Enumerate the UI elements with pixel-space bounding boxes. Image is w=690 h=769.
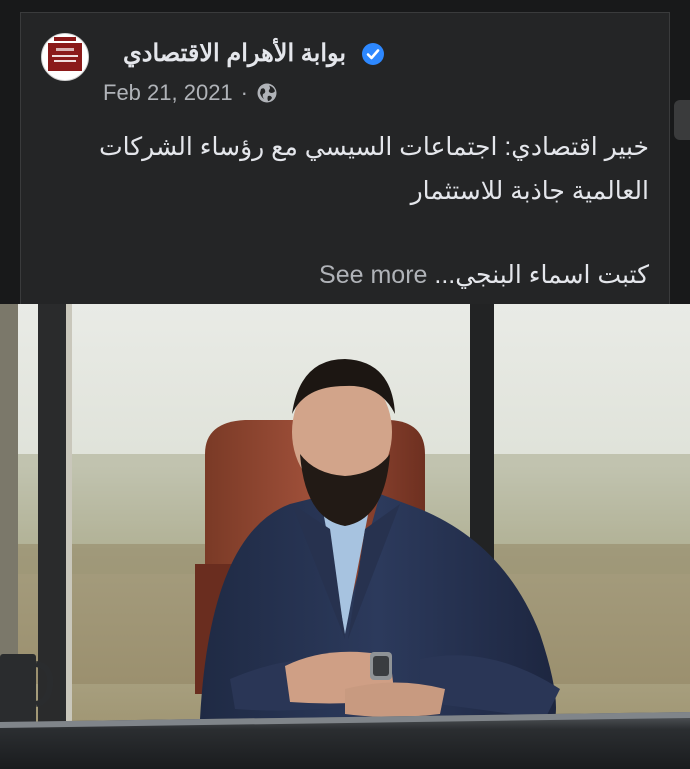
avatar-logo-mark [56, 48, 74, 51]
avatar-logo-line [52, 55, 78, 57]
avatar-logo-line [54, 60, 76, 62]
post-photo[interactable] [0, 304, 690, 769]
page-avatar[interactable] [41, 33, 89, 81]
verified-badge-icon [362, 43, 384, 65]
page-name[interactable]: بوابة الأهرام الاقتصادي [123, 39, 383, 68]
globe-icon[interactable] [256, 82, 278, 104]
post-text: خبير اقتصادي: اجتماعات السيسي مع رؤساء ا… [99, 133, 649, 205]
post-byline-row: كتبت اسماء البنجي... See more [49, 253, 649, 297]
post-photo-image [0, 304, 690, 769]
avatar-logo-top [54, 37, 76, 41]
post-card: بوابة الأهرام الاقتصادي Feb 21, 2021 · خ… [20, 12, 670, 304]
meta-separator: · [240, 80, 248, 105]
avatar-logo [48, 43, 82, 71]
side-scroll-handle[interactable] [674, 100, 690, 140]
post-meta: Feb 21, 2021 · [103, 79, 278, 107]
post-date[interactable]: Feb 21, 2021 [103, 80, 233, 106]
see-more-link[interactable]: See more [319, 261, 427, 289]
post-byline: كتبت اسماء البنجي... [434, 261, 649, 289]
